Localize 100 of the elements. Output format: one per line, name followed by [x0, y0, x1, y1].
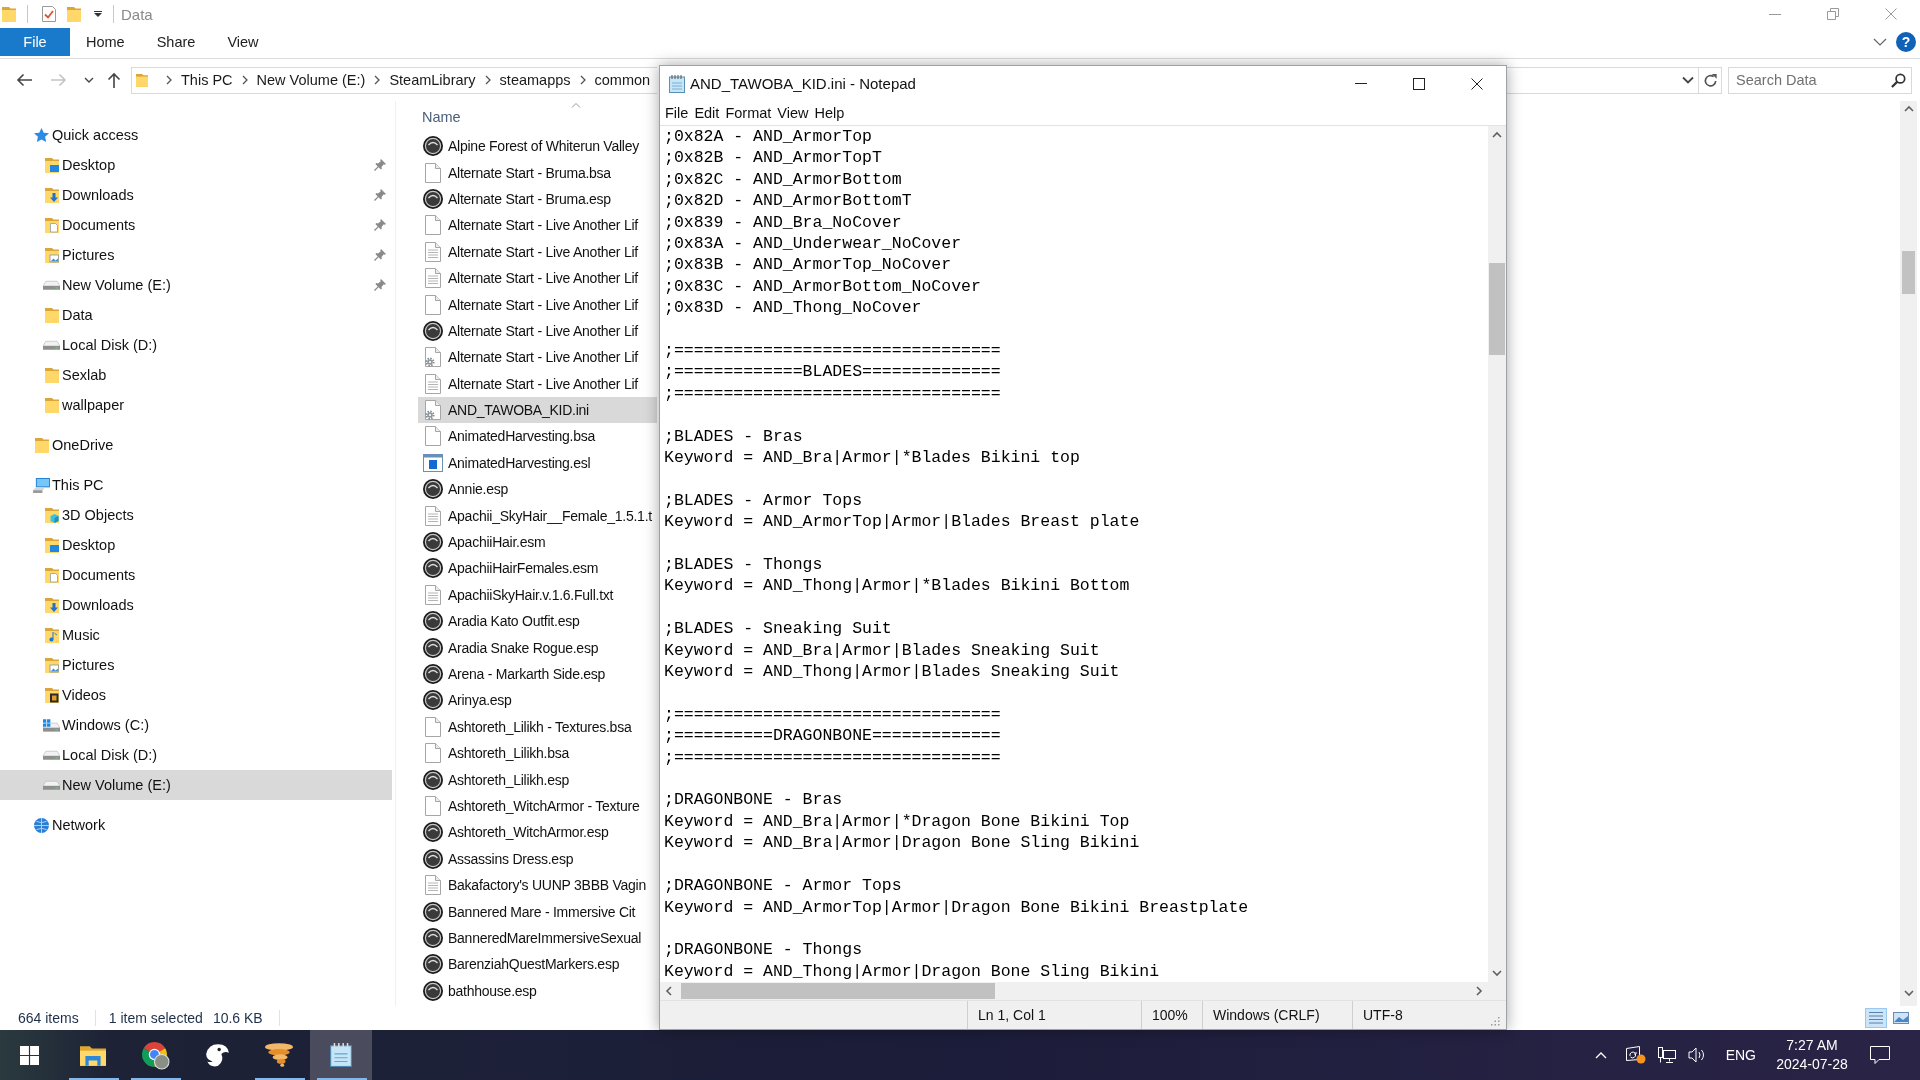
file-row[interactable]: ApachiiHairFemales.esm [418, 555, 657, 582]
file-row[interactable]: Alternate Start - Live Another Lif [418, 264, 657, 292]
language-button[interactable]: ENG [1717, 1030, 1764, 1080]
help-button[interactable]: ? [1896, 32, 1916, 52]
ribbon-tab[interactable]: Share [140, 28, 212, 56]
nav-item[interactable]: Music [0, 620, 392, 650]
clock-time[interactable]: 7:27 AM [1786, 1036, 1838, 1055]
details-view-button[interactable] [1865, 1008, 1887, 1028]
nav-item[interactable]: New Volume (E:) [0, 770, 392, 800]
file-row[interactable]: Ashtoreth_WitchArmor.esp [418, 819, 657, 846]
chevron-right-icon[interactable] [166, 75, 172, 85]
file-row[interactable]: Alternate Start - Live Another Lif [418, 344, 657, 371]
file-row[interactable]: Alternate Start - Bruma.esp [418, 185, 657, 213]
file-row[interactable]: AnimatedHarvesting.esl [418, 449, 657, 477]
nav-item[interactable]: Local Disk (D:) [0, 740, 392, 770]
pin-icon[interactable] [374, 219, 386, 231]
pin-icon[interactable] [374, 249, 386, 261]
menu-item[interactable]: Format [722, 102, 775, 124]
nav-item[interactable]: 3D Objects [0, 500, 392, 530]
nav-item[interactable]: wallpaper [0, 390, 392, 420]
scroll-right-icon[interactable] [1476, 986, 1482, 996]
file-row[interactable]: Ashtoreth_Lilikh.esp [418, 766, 657, 793]
file-row[interactable]: Alternate Start - Live Another Lif [418, 317, 657, 345]
chevron-right-icon[interactable] [374, 75, 381, 85]
notification-icon[interactable] [1870, 1046, 1890, 1064]
file-row[interactable]: Ashtoreth_Lilikh - Textures.bsa [418, 713, 657, 740]
file-row[interactable]: Bannered Mare - Immersive Cit [418, 898, 657, 925]
chevron-down-icon[interactable] [1873, 38, 1887, 46]
scroll-down-icon[interactable] [1903, 990, 1914, 996]
pin-icon[interactable] [374, 159, 386, 171]
network-icon[interactable] [1657, 1047, 1676, 1063]
menu-item[interactable]: Edit [691, 102, 723, 124]
file-row[interactable]: Bakafactory's UUNP 3BBB Vagin [418, 871, 657, 899]
file-row[interactable]: BanneredMareImmersiveSexual [418, 924, 657, 952]
file-row[interactable]: Annie.esp [418, 476, 657, 503]
file-row[interactable]: Alternate Start - Live Another Lif [418, 238, 657, 265]
file-row[interactable]: Arinya.esp [418, 687, 657, 714]
file-row[interactable]: Alpine Forest of Whiterun Valley [418, 133, 657, 160]
nav-item[interactable]: Windows (C:) [0, 710, 392, 740]
nav-item[interactable]: Network [0, 810, 392, 840]
nav-item[interactable]: This PC [0, 470, 392, 500]
file-row[interactable]: Alternate Start - Live Another Lif [418, 212, 657, 239]
pin-icon[interactable] [374, 279, 386, 291]
menu-item[interactable]: View [774, 102, 812, 124]
nav-item[interactable]: Documents [0, 560, 392, 590]
menu-item[interactable]: Help [811, 102, 848, 124]
nav-item[interactable]: Pictures [0, 650, 392, 680]
breadcrumb-item[interactable]: common [591, 69, 654, 91]
file-row[interactable]: Aradia Snake Rogue.esp [418, 634, 657, 661]
checked-document-icon[interactable] [42, 6, 56, 22]
file-row[interactable]: ApachiiHair.esm [418, 528, 657, 556]
nav-item[interactable]: OneDrive [0, 430, 392, 460]
scroll-left-icon[interactable] [666, 986, 672, 996]
nav-item[interactable]: Pictures [0, 240, 392, 270]
scrollbar-thumb[interactable] [1489, 263, 1505, 355]
file-row[interactable]: Arena - Markarth Side.esp [418, 660, 657, 688]
ribbon-tab[interactable]: View [211, 28, 275, 56]
taskbar-button[interactable] [310, 1030, 372, 1080]
refresh-button[interactable] [1699, 66, 1722, 94]
nav-item[interactable]: Downloads [0, 590, 392, 620]
scroll-up-icon[interactable] [1903, 106, 1914, 112]
scrollbar-thumb[interactable] [1902, 251, 1915, 294]
breadcrumb-item[interactable]: steamapps [496, 69, 574, 91]
file-row[interactable]: Ashtoreth_WitchArmor - Texture [418, 792, 657, 820]
sync-device-icon[interactable] [1625, 1046, 1646, 1064]
pin-icon[interactable] [374, 189, 386, 201]
scroll-down-icon[interactable] [1492, 970, 1502, 976]
file-row[interactable]: bathhouse.esp [418, 977, 657, 1004]
file-row[interactable]: Ashtoreth_Lilikh.bsa [418, 740, 657, 767]
nav-item[interactable]: Documents [0, 210, 392, 240]
nav-item[interactable]: Local Disk (D:) [0, 330, 392, 360]
file-row[interactable]: AND_TAWOBA_KID.ini [418, 396, 657, 424]
clock-date[interactable]: 2024-07-28 [1776, 1055, 1848, 1074]
nav-item[interactable]: Desktop [0, 530, 392, 560]
nav-item[interactable]: Sexlab [0, 360, 392, 390]
nav-item[interactable]: Videos [0, 680, 392, 710]
file-row[interactable]: Assassins Dress.esp [418, 845, 657, 872]
breadcrumb-item[interactable]: This PC [178, 69, 236, 91]
resize-grip-icon[interactable] [1490, 1016, 1500, 1026]
file-row[interactable]: Alternate Start - Bruma.bsa [418, 159, 657, 186]
ribbon-tab[interactable]: Home [70, 28, 141, 56]
file-row[interactable]: ApachiiSkyHair.v.1.6.Full.txt [418, 581, 657, 609]
nav-item[interactable]: New Volume (E:) [0, 270, 392, 300]
file-row[interactable]: BarenziahQuestMarkers.esp [418, 951, 657, 978]
chevron-up-icon[interactable] [1594, 1051, 1607, 1059]
breadcrumb-item[interactable]: New Volume (E:) [253, 69, 369, 91]
file-row[interactable]: Apachii_SkyHair__Female_1.5.1.t [418, 502, 657, 529]
file-row[interactable]: AnimatedHarvesting.bsa [418, 423, 657, 450]
breadcrumb-item[interactable]: SteamLibrary [386, 69, 479, 91]
dropdown-icon[interactable] [94, 11, 102, 17]
chevron-right-icon[interactable] [579, 75, 586, 85]
file-tab[interactable]: File [0, 28, 70, 56]
menu-item[interactable]: File [662, 102, 692, 124]
nav-item[interactable]: Quick access [0, 120, 392, 150]
column-header[interactable]: Name [416, 101, 657, 133]
nav-item[interactable]: Downloads [0, 180, 392, 210]
scrollbar-thumb[interactable] [681, 983, 995, 999]
chevron-right-icon[interactable] [484, 75, 491, 85]
scroll-up-icon[interactable] [1492, 132, 1502, 138]
file-row[interactable]: Alternate Start - Live Another Lif [418, 291, 657, 318]
